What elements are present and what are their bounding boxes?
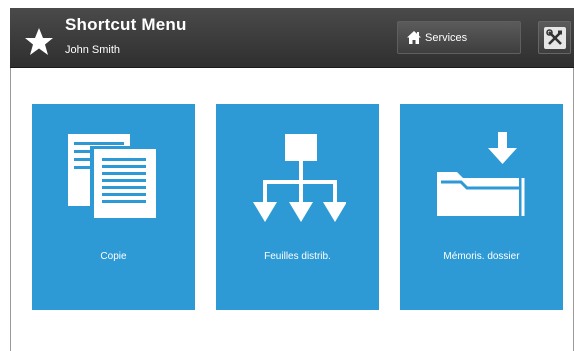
user-name: John Smith — [65, 44, 121, 56]
folder-store-icon — [437, 132, 525, 216]
tools-button[interactable] — [538, 21, 571, 54]
distribution-tree-icon — [253, 134, 346, 222]
copy-tile-label: Copie — [100, 251, 127, 262]
distribution-sheets-label: Feuilles distrib. — [264, 251, 331, 262]
copy-documents-icon — [68, 134, 158, 218]
frame-left-border — [10, 67, 11, 351]
copy-tile[interactable]: Copie — [32, 104, 195, 310]
store-folder-label: Mémoris. dossier — [443, 251, 520, 262]
distribution-sheets-tile[interactable]: Feuilles distrib. — [216, 104, 379, 310]
services-button[interactable]: Services — [397, 21, 521, 54]
home-icon — [407, 31, 421, 44]
store-folder-tile[interactable]: Mémoris. dossier — [400, 104, 563, 310]
header-bar: Shortcut Menu John Smith Services — [10, 8, 574, 68]
star-icon — [25, 28, 53, 55]
services-label: Services — [425, 31, 468, 44]
page-title: Shortcut Menu — [65, 15, 187, 34]
tools-icon — [545, 28, 562, 45]
